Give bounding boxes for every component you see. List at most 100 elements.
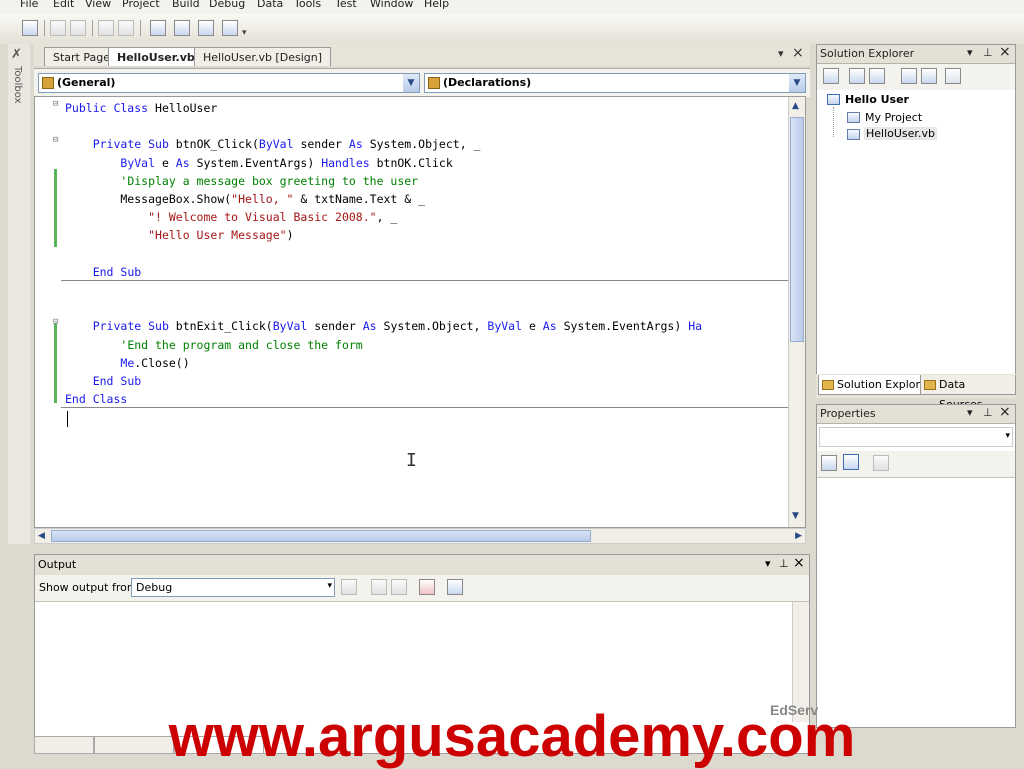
tab-hellouser-design[interactable]: HelloUser.vb [Design] <box>194 47 331 66</box>
code-token: btnOK.Click <box>376 155 453 170</box>
new-project-icon[interactable] <box>22 20 38 36</box>
collapse-icon[interactable]: ⊟ <box>53 99 58 109</box>
object-selector[interactable]: ▾ <box>819 427 1013 447</box>
code-line[interactable]: "Hello User Message") <box>65 226 293 244</box>
vertical-scrollbar[interactable]: ▲ ▼ <box>788 97 805 527</box>
toolbox-strip[interactable]: ✗ Toolbox <box>8 44 30 544</box>
menu-window[interactable]: Window <box>370 0 413 10</box>
menu-view[interactable]: View <box>85 0 111 10</box>
menu-project[interactable]: Project <box>122 0 160 10</box>
code-token: Public Class <box>65 101 156 115</box>
solution-explorer-toolbar <box>817 64 1015 90</box>
toolbar-overflow-icon[interactable]: ▾ <box>242 28 247 38</box>
code-line[interactable]: ByVal e As System.EventArgs) Handles btn… <box>65 154 453 172</box>
code-line[interactable]: Me.Close() <box>65 354 189 372</box>
alphabetical-icon[interactable] <box>843 454 859 470</box>
close-icon[interactable]: × <box>999 404 1011 420</box>
panel-dropdown-icon[interactable]: ▾ <box>967 406 973 419</box>
scrollbar-thumb[interactable] <box>51 530 591 542</box>
close-document-icon[interactable]: × <box>792 45 804 61</box>
collapse-icon[interactable]: ⊟ <box>53 317 58 327</box>
view-code-icon[interactable] <box>901 68 917 84</box>
code-line[interactable]: 'Display a message box greeting to the u… <box>65 172 418 190</box>
code-line[interactable]: End Sub <box>65 263 141 281</box>
tab-hellouser-vb[interactable]: HelloUser.vb <box>108 47 204 66</box>
vb-form-icon <box>847 129 860 140</box>
scrollbar-thumb[interactable] <box>790 117 804 342</box>
menu-build[interactable]: Build <box>172 0 200 10</box>
scroll-down-icon[interactable]: ▼ <box>792 511 799 521</box>
find-message-icon[interactable] <box>341 579 357 595</box>
properties-icon[interactable] <box>823 68 839 84</box>
goto-previous-icon[interactable] <box>371 579 387 595</box>
view-designer-icon[interactable] <box>921 68 937 84</box>
scroll-right-icon[interactable]: ▶ <box>795 531 802 541</box>
show-all-files-icon[interactable] <box>849 68 865 84</box>
code-line[interactable]: 'End the program and close the form <box>65 336 362 354</box>
show-output-label: Show output from: <box>39 581 142 594</box>
object-browser-icon[interactable] <box>198 20 214 36</box>
undo-icon[interactable] <box>50 20 66 36</box>
code-line[interactable]: Private Sub btnExit_Click(ByVal sender A… <box>65 317 702 335</box>
code-line[interactable]: "! Welcome to Visual Basic 2008.", _ <box>65 208 397 226</box>
tab-label: Solution Explorer <box>837 378 932 391</box>
menu-file[interactable]: File <box>20 0 38 10</box>
clear-all-icon[interactable] <box>419 579 435 595</box>
categorized-icon[interactable] <box>821 455 837 471</box>
tool-window-tabs: Solution Explorer Data Sources <box>816 374 1016 411</box>
pin-icon[interactable]: ⊥ <box>983 46 993 59</box>
panel-dropdown-icon[interactable]: ▾ <box>967 46 973 59</box>
show-output-select[interactable]: Debug ▾ <box>131 578 335 597</box>
step-into-icon[interactable] <box>98 20 114 36</box>
panel-dropdown-icon[interactable]: ▾ <box>765 557 771 570</box>
word-wrap-icon[interactable] <box>447 579 463 595</box>
code-line[interactable]: MessageBox.Show("Hello, " & txtName.Text… <box>65 190 425 208</box>
code-line[interactable]: End Sub <box>65 372 141 390</box>
tab-dropdown-icon[interactable]: ▾ <box>778 47 784 60</box>
tab-data-sources[interactable]: Data Sources <box>920 375 1016 411</box>
horizontal-scrollbar[interactable]: ◀ ▶ <box>34 528 806 544</box>
code-line[interactable]: Private Sub btnOK_Click(ByVal sender As … <box>65 135 481 153</box>
chevron-down-icon[interactable]: ▼ <box>789 74 805 92</box>
chevron-down-icon[interactable]: ▾ <box>327 581 332 591</box>
code-token: sender <box>300 137 349 152</box>
chevron-down-icon[interactable]: ▼ <box>403 74 419 92</box>
method-icon <box>428 77 440 89</box>
refresh-icon[interactable] <box>869 68 885 84</box>
code-editor[interactable]: ⊟ ⊟ ⊟ Public Class HelloUser Private Sub… <box>34 96 806 528</box>
scroll-left-icon[interactable]: ◀ <box>38 531 45 541</box>
close-icon[interactable]: × <box>999 44 1011 60</box>
menu-data[interactable]: Data <box>257 0 283 10</box>
solution-explorer-title: Solution Explorer <box>820 47 915 60</box>
project-icon <box>827 94 840 105</box>
toolbox-icon[interactable] <box>222 20 238 36</box>
menu-edit[interactable]: Edit <box>53 0 74 10</box>
menu-test[interactable]: Test <box>335 0 357 10</box>
class-name-combo[interactable]: (General) ▼ <box>38 73 420 93</box>
scroll-up-icon[interactable]: ▲ <box>792 101 799 111</box>
menu-debug[interactable]: Debug <box>209 0 245 10</box>
class-diagram-icon[interactable] <box>945 68 961 84</box>
collapse-icon[interactable]: ⊟ <box>53 135 58 145</box>
tab-solution-explorer[interactable]: Solution Explorer <box>818 375 936 395</box>
menu-tools[interactable]: Tools <box>294 0 321 10</box>
code-line[interactable]: Public Class HelloUser <box>65 99 217 117</box>
pin-icon[interactable]: ⊥ <box>779 557 789 570</box>
code-line[interactable]: End Class <box>65 390 127 408</box>
method-name-combo[interactable]: (Declarations) ▼ <box>424 73 806 93</box>
solution-explorer-icon[interactable] <box>150 20 166 36</box>
menu-help[interactable]: Help <box>424 0 449 10</box>
properties-window-icon[interactable] <box>174 20 190 36</box>
redo-icon[interactable] <box>70 20 86 36</box>
close-icon[interactable]: × <box>793 555 805 571</box>
code-token: e <box>528 319 543 334</box>
pin-icon[interactable]: ⊥ <box>983 406 993 419</box>
goto-next-icon[interactable] <box>391 579 407 595</box>
step-over-icon[interactable] <box>118 20 134 36</box>
chevron-down-icon[interactable]: ▾ <box>1005 431 1010 441</box>
code-token: As <box>348 137 370 152</box>
property-pages-icon[interactable] <box>873 455 889 471</box>
code-token: ByVal <box>120 155 162 170</box>
